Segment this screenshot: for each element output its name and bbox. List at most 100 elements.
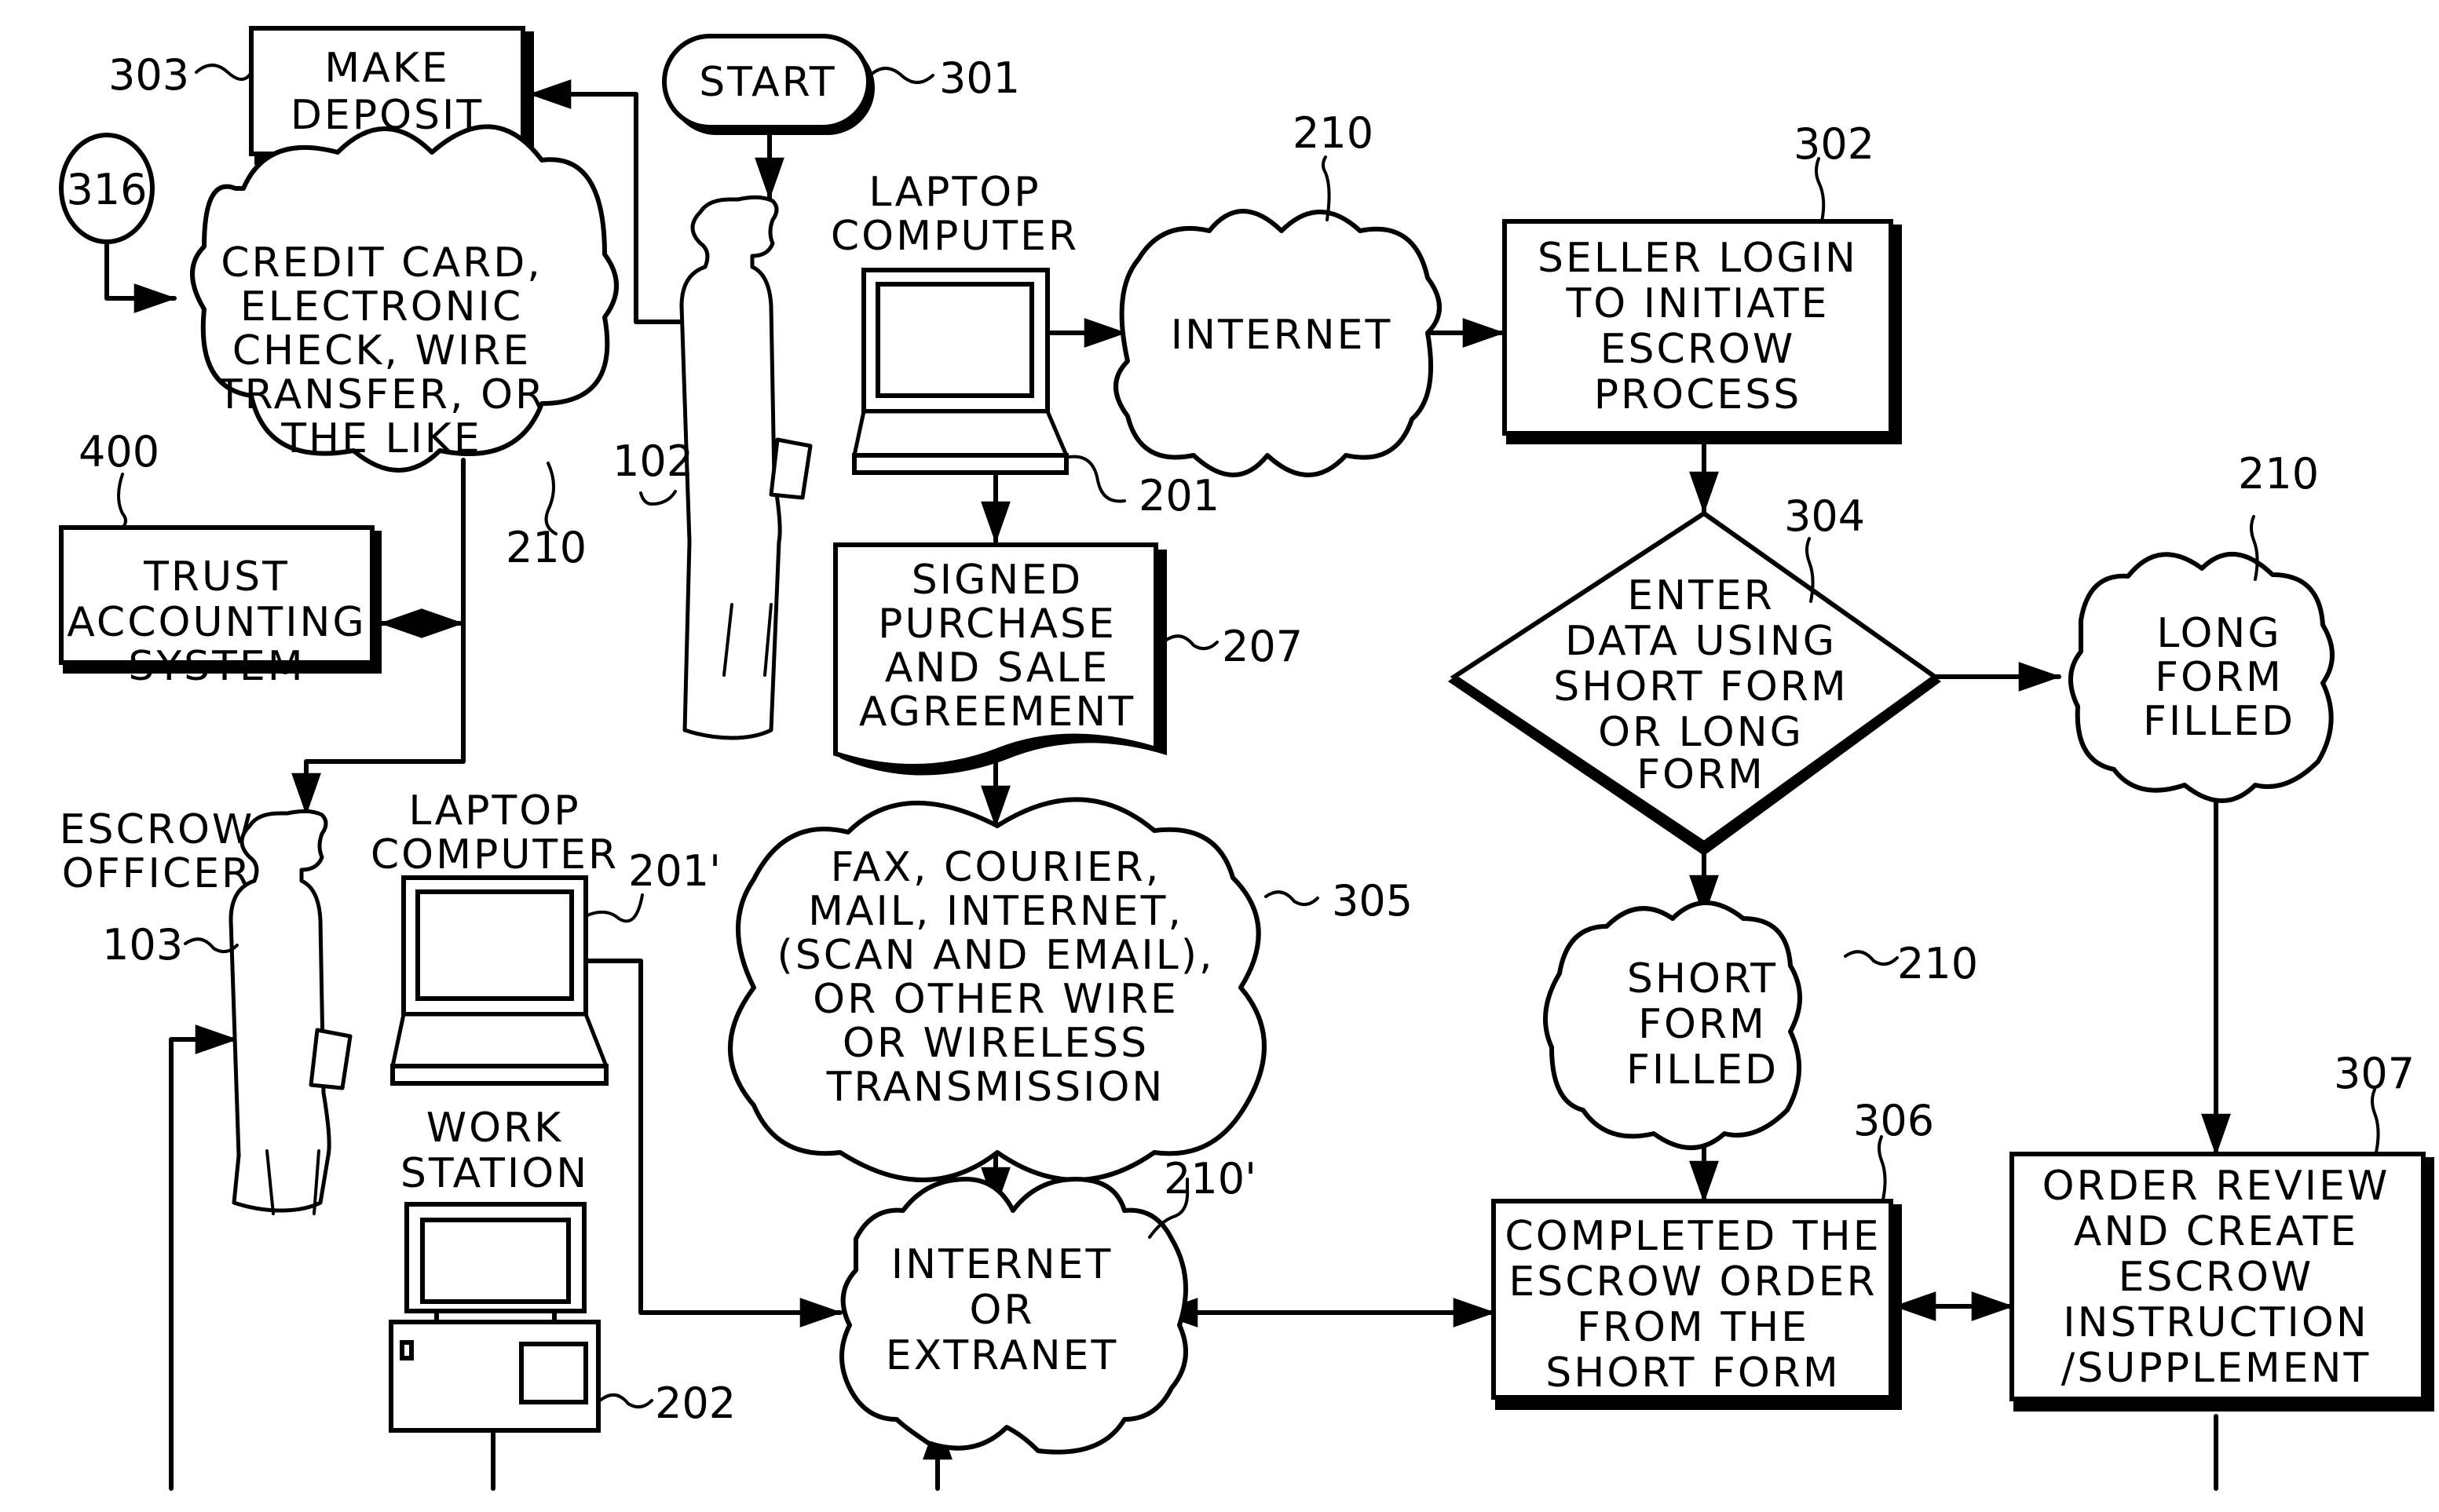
long-form-line-3: FILLED bbox=[2143, 698, 2295, 745]
ref-302: 302 bbox=[1794, 119, 1874, 169]
long-form-line-2: FORM bbox=[2155, 654, 2284, 701]
seller-figure: 102 bbox=[612, 195, 813, 740]
seller-login-line-3: ESCROW bbox=[1600, 326, 1796, 373]
transmission-line-4: OR OTHER WIRE bbox=[813, 976, 1179, 1023]
ref-207: 207 bbox=[1222, 622, 1303, 671]
long-form-cloud: LONG FORM FILLED 210 bbox=[2068, 449, 2335, 803]
agreement-line-3: AND SALE bbox=[885, 645, 1110, 692]
make-deposit-line-1: MAKE bbox=[324, 45, 449, 92]
ref-210-prime: 210' bbox=[1164, 1154, 1256, 1203]
ref-103: 103 bbox=[102, 920, 183, 970]
ref-316: 316 bbox=[66, 165, 147, 214]
payment-line-2: ELECTRONIC bbox=[240, 283, 523, 331]
enter-data-decision: ENTER DATA USING SHORT FORM OR LONG FORM… bbox=[1448, 491, 1941, 856]
ref-102: 102 bbox=[612, 436, 693, 486]
short-form-line-3: FILLED bbox=[1626, 1046, 1779, 1094]
ref-303: 303 bbox=[108, 50, 189, 100]
seller-login-line-2: TO INITIATE bbox=[1565, 280, 1829, 327]
enter-data-line-1: ENTER bbox=[1627, 572, 1775, 619]
transmission-cloud: FAX, COURIER, MAIL, INTERNET, (SCAN AND … bbox=[728, 797, 1413, 1182]
ref-305: 305 bbox=[1332, 876, 1413, 926]
payment-line-5: THE LIKE bbox=[280, 415, 482, 462]
short-form-line-1: SHORT bbox=[1627, 955, 1778, 1003]
workstation: WORK STATION 202 bbox=[389, 1105, 736, 1433]
seller-login-line-1: SELLER LOGIN bbox=[1538, 235, 1858, 282]
laptop-icon bbox=[852, 268, 1069, 475]
workstation-line-1: WORK bbox=[426, 1105, 564, 1152]
edge-offpage-officer bbox=[169, 1024, 238, 1491]
trust-accounting-box: TRUST ACCOUNTING SYSTEM 400 bbox=[59, 427, 382, 690]
payment-line-1: CREDIT CARD, bbox=[221, 239, 543, 287]
completed-line-4: SHORT FORM bbox=[1545, 1349, 1841, 1397]
extranet-line-1: INTERNET bbox=[891, 1241, 1113, 1288]
document-icon bbox=[769, 437, 813, 500]
review-line-5: /SUPPLEMENT bbox=[2061, 1345, 2371, 1392]
agreement-document: SIGNED PURCHASE AND SALE AGREEMENT 207 bbox=[833, 542, 1303, 776]
desktop-computer-icon bbox=[389, 1202, 601, 1433]
payment-methods-cloud: CREDIT CARD, ELECTRONIC CHECK, WIRE TRAN… bbox=[190, 124, 619, 572]
payment-line-3: CHECK, WIRE bbox=[232, 327, 531, 374]
ref-210-internet: 210 bbox=[1293, 108, 1373, 158]
transmission-line-3: (SCAN AND EMAIL), bbox=[777, 932, 1214, 979]
seller-laptop-line-2: COMPUTER bbox=[831, 213, 1079, 260]
ref-306: 306 bbox=[1853, 1096, 1934, 1145]
officer-line-2: OFFICER bbox=[62, 850, 252, 897]
review-line-3: ESCROW bbox=[2119, 1254, 2314, 1301]
ref-301: 301 bbox=[939, 53, 1020, 103]
transmission-line-1: FAX, COURIER, bbox=[831, 844, 1161, 891]
laptop-icon bbox=[390, 875, 609, 1086]
officer-laptop: LAPTOP COMPUTER 201' bbox=[371, 787, 721, 1086]
seller-laptop-line-1: LAPTOP bbox=[868, 169, 1040, 216]
escrow-officer-figure: ESCROW OFFICER 103 bbox=[60, 806, 353, 1215]
review-line-4: INSTRUCTION bbox=[2063, 1299, 2368, 1346]
ref-304: 304 bbox=[1784, 491, 1865, 541]
short-form-line-2: FORM bbox=[1638, 1001, 1767, 1048]
ref-210-shortform: 210 bbox=[1897, 939, 1978, 988]
ref-307: 307 bbox=[2334, 1049, 2415, 1098]
extranet-line-2: OR bbox=[969, 1287, 1034, 1334]
ref-201: 201 bbox=[1139, 471, 1220, 520]
officer-laptop-line-2: COMPUTER bbox=[371, 831, 619, 878]
enter-data-line-2: DATA USING bbox=[1565, 618, 1837, 665]
ref-210-payment: 210 bbox=[506, 523, 587, 572]
completed-line-3: FROM THE bbox=[1577, 1304, 1809, 1351]
review-line-2: AND CREATE bbox=[2074, 1208, 2359, 1255]
transmission-line-6: TRANSMISSION bbox=[826, 1064, 1165, 1111]
completed-line-2: ESCROW ORDER bbox=[1508, 1258, 1877, 1306]
extranet-line-3: EXTRANET bbox=[886, 1332, 1118, 1379]
completed-line-1: COMPLETED THE bbox=[1505, 1213, 1881, 1260]
start-terminal: START 301 bbox=[662, 34, 1020, 135]
trust-line-2: ACCOUNTING bbox=[67, 599, 366, 646]
document-icon bbox=[309, 1028, 353, 1090]
edge-316-payment bbox=[104, 239, 177, 313]
internet-label: INTERNET bbox=[1171, 312, 1393, 359]
connector-316: 316 bbox=[59, 133, 155, 244]
start-label: START bbox=[699, 59, 836, 106]
seller-login-box: SELLER LOGIN TO INITIATE ESCROW PROCESS … bbox=[1502, 119, 1902, 444]
review-line-1: ORDER REVIEW bbox=[2042, 1163, 2390, 1210]
order-review-box: ORDER REVIEW AND CREATE ESCROW INSTRUCTI… bbox=[2009, 1049, 2434, 1412]
agreement-line-2: PURCHASE bbox=[878, 601, 1117, 648]
escrow-flowchart: START 301 MAKE DEPOSIT 303 316 CREDIT CA… bbox=[59, 26, 2434, 1491]
seller-login-line-4: PROCESS bbox=[1594, 371, 1802, 418]
payment-line-4: TRANSFER, OR bbox=[217, 371, 546, 418]
internet-cloud: INTERNET 210 bbox=[1113, 108, 1442, 477]
enter-data-line-3: SHORT FORM bbox=[1553, 663, 1848, 710]
extranet-cloud: INTERNET OR EXTRANET 210' bbox=[839, 1154, 1256, 1455]
ref-400: 400 bbox=[79, 427, 159, 477]
agreement-line-4: AGREEMENT bbox=[859, 688, 1135, 736]
trust-line-3: SYSTEM bbox=[128, 643, 305, 690]
enter-data-line-5: FORM bbox=[1636, 751, 1765, 798]
ref-210-longform: 210 bbox=[2238, 449, 2319, 499]
ref-202: 202 bbox=[655, 1379, 736, 1428]
workstation-line-2: STATION bbox=[400, 1150, 589, 1197]
ref-201-prime: 201' bbox=[628, 846, 721, 896]
agreement-line-1: SIGNED bbox=[912, 557, 1083, 604]
long-form-line-1: LONG bbox=[2156, 610, 2281, 657]
enter-data-line-4: OR LONG bbox=[1598, 709, 1804, 756]
officer-line-1: ESCROW bbox=[60, 806, 255, 853]
transmission-line-5: OR WIRELESS bbox=[843, 1020, 1149, 1067]
trust-line-1: TRUST bbox=[143, 553, 290, 601]
transmission-line-2: MAIL, INTERNET, bbox=[808, 888, 1183, 935]
officer-laptop-line-1: LAPTOP bbox=[408, 787, 580, 835]
